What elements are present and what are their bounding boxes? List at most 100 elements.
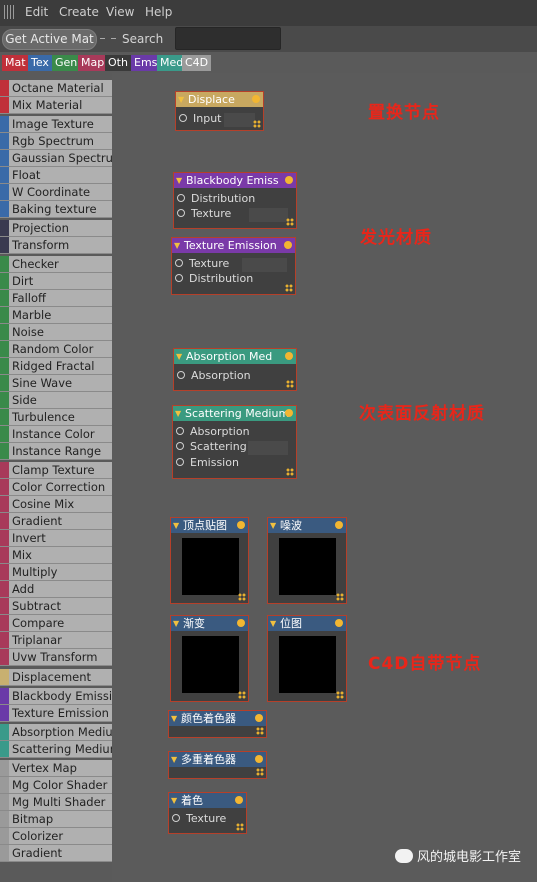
- collapse-triangle-icon[interactable]: ▼: [176, 173, 182, 188]
- output-port-icon[interactable]: [335, 619, 343, 627]
- node-header[interactable]: ▼ Blackbody Emiss: [174, 173, 296, 188]
- collapse-triangle-icon[interactable]: ▼: [171, 711, 177, 726]
- sidebar-item[interactable]: Instance Color: [0, 426, 112, 443]
- sidebar-item[interactable]: Triplanar: [0, 632, 112, 649]
- node-canvas[interactable]: ▼ Displace Input ▼ Blackbody Emiss Distrib…: [112, 73, 537, 882]
- input-port-absorption[interactable]: Absorption: [177, 369, 251, 382]
- output-port-icon[interactable]: [285, 409, 293, 417]
- output-port-icon[interactable]: [237, 521, 245, 529]
- sidebar-item[interactable]: Compare: [0, 615, 112, 632]
- sidebar-item[interactable]: Mg Color Shader: [0, 777, 112, 794]
- sidebar-item[interactable]: Gradient: [0, 845, 112, 862]
- sidebar-item[interactable]: Displacement: [0, 669, 112, 686]
- sidebar-item[interactable]: Float: [0, 167, 112, 184]
- port-circle-icon[interactable]: [175, 274, 183, 282]
- sidebar-item[interactable]: Scattering Medium: [0, 741, 112, 758]
- sidebar-item[interactable]: Sine Wave: [0, 375, 112, 392]
- grip-icon[interactable]: [4, 5, 16, 19]
- node-multi-shader[interactable]: ▼ 多重着色器: [168, 751, 267, 779]
- output-port-icon[interactable]: [284, 241, 292, 249]
- resize-handle-icon[interactable]: [336, 691, 344, 699]
- node-displace[interactable]: ▼ Displace Input: [175, 91, 264, 131]
- port-circle-icon[interactable]: [177, 194, 185, 202]
- resize-handle-icon[interactable]: [336, 593, 344, 601]
- resize-handle-icon[interactable]: [256, 768, 264, 776]
- input-port-absorption[interactable]: Absorption: [176, 425, 250, 438]
- collapse-triangle-icon[interactable]: ▼: [171, 752, 177, 767]
- node-absorption-medium[interactable]: ▼ Absorption Med Absorption: [173, 348, 297, 391]
- resize-handle-icon[interactable]: [256, 727, 264, 735]
- node-vertex-map[interactable]: ▼ 顶点贴图: [170, 517, 249, 604]
- resize-handle-icon[interactable]: [286, 468, 294, 476]
- input-port-scattering[interactable]: Scattering: [176, 440, 247, 453]
- tab-oth[interactable]: Oth: [105, 55, 131, 71]
- tab-map[interactable]: Map: [78, 55, 108, 71]
- node-header[interactable]: ▼ Scattering Medium: [173, 406, 296, 421]
- collapse-triangle-icon[interactable]: ▼: [174, 238, 180, 253]
- input-port-distribution[interactable]: Distribution: [175, 272, 253, 285]
- sidebar-item[interactable]: Mg Multi Shader: [0, 794, 112, 811]
- output-port-icon[interactable]: [285, 176, 293, 184]
- output-port-icon[interactable]: [255, 714, 263, 722]
- resize-handle-icon[interactable]: [285, 284, 293, 292]
- sidebar-item[interactable]: Cosine Mix: [0, 496, 112, 513]
- node-header[interactable]: ▼ 渐变: [171, 616, 248, 631]
- sidebar-item[interactable]: Checker: [0, 256, 112, 273]
- sidebar-item[interactable]: Color Correction: [0, 479, 112, 496]
- sidebar-item[interactable]: Dirt: [0, 273, 112, 290]
- port-circle-icon[interactable]: [176, 442, 184, 450]
- sidebar-item[interactable]: Marble: [0, 307, 112, 324]
- node-header[interactable]: ▼ 顶点贴图: [171, 518, 248, 533]
- sidebar-item[interactable]: Instance Range: [0, 443, 112, 460]
- sidebar-item[interactable]: Texture Emission: [0, 705, 112, 722]
- collapse-triangle-icon[interactable]: ▼: [270, 518, 276, 533]
- collapse-triangle-icon[interactable]: ▼: [178, 92, 184, 107]
- sidebar-item[interactable]: Mix Material: [0, 97, 112, 114]
- menu-view[interactable]: View: [106, 5, 134, 19]
- node-gradient[interactable]: ▼ 渐变: [170, 615, 249, 702]
- menu-edit[interactable]: Edit: [25, 5, 48, 19]
- node-blackbody-emission[interactable]: ▼ Blackbody Emiss Distribution Texture: [173, 172, 297, 229]
- port-circle-icon[interactable]: [179, 114, 187, 122]
- input-port-distribution[interactable]: Distribution: [177, 192, 255, 205]
- resize-handle-icon[interactable]: [286, 218, 294, 226]
- sidebar-item[interactable]: Clamp Texture: [0, 462, 112, 479]
- node-colorizer[interactable]: ▼ 着色 Texture: [168, 792, 247, 834]
- tab-c4d[interactable]: C4D: [182, 55, 212, 71]
- sidebar-item[interactable]: Rgb Spectrum: [0, 133, 112, 150]
- collapse-triangle-icon[interactable]: ▼: [173, 518, 179, 533]
- sidebar-item[interactable]: Gaussian Spectrum: [0, 150, 112, 167]
- output-port-icon[interactable]: [237, 619, 245, 627]
- sidebar-item[interactable]: Turbulence: [0, 409, 112, 426]
- sidebar-item[interactable]: Ridged Fractal: [0, 358, 112, 375]
- node-header[interactable]: ▼ 着色: [169, 793, 246, 808]
- sidebar-item[interactable]: Noise: [0, 324, 112, 341]
- node-bitmap[interactable]: ▼ 位图: [267, 615, 347, 702]
- output-port-icon[interactable]: [252, 95, 260, 103]
- input-port-texture[interactable]: Texture: [177, 207, 231, 220]
- node-noise[interactable]: ▼ 噪波: [267, 517, 347, 604]
- sidebar-item[interactable]: Blackbody Emission: [0, 688, 112, 705]
- sidebar-item[interactable]: Projection: [0, 220, 112, 237]
- port-circle-icon[interactable]: [172, 814, 180, 822]
- sidebar-item[interactable]: Gradient: [0, 513, 112, 530]
- sidebar-item[interactable]: Multiply: [0, 564, 112, 581]
- sidebar-item[interactable]: Baking texture: [0, 201, 112, 218]
- tab-ems[interactable]: Ems: [131, 55, 161, 71]
- input-port-texture[interactable]: Texture: [172, 812, 226, 825]
- sidebar-item[interactable]: Octane Material: [0, 80, 112, 97]
- node-scattering-medium[interactable]: ▼ Scattering Medium Absorption Scattering…: [172, 405, 297, 479]
- resize-handle-icon[interactable]: [238, 593, 246, 601]
- tab-mat[interactable]: Mat: [2, 55, 29, 71]
- output-port-icon[interactable]: [335, 521, 343, 529]
- menu-create[interactable]: Create: [59, 5, 99, 19]
- output-port-icon[interactable]: [235, 796, 243, 804]
- sidebar-item[interactable]: W Coordinate: [0, 184, 112, 201]
- resize-handle-icon[interactable]: [238, 691, 246, 699]
- collapse-triangle-icon[interactable]: ▼: [171, 793, 177, 808]
- port-circle-icon[interactable]: [177, 371, 185, 379]
- collapse-triangle-icon[interactable]: ▼: [176, 349, 182, 364]
- node-header[interactable]: ▼ Displace: [176, 92, 263, 107]
- resize-handle-icon[interactable]: [286, 380, 294, 388]
- collapse-triangle-icon[interactable]: ▼: [270, 616, 276, 631]
